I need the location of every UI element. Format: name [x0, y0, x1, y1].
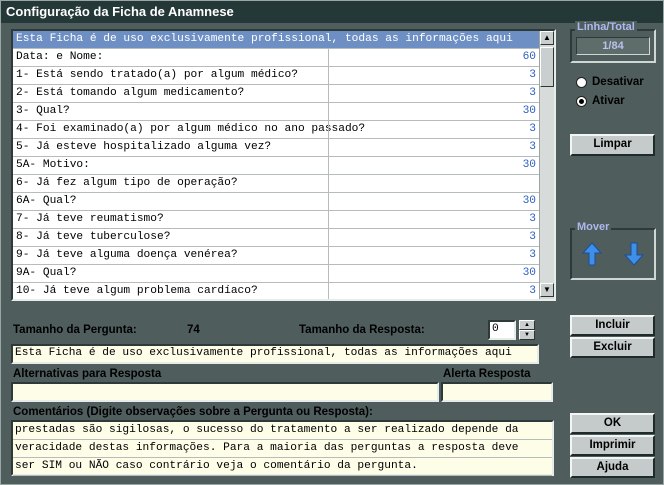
answer-size: 3	[529, 249, 536, 261]
incluir-button[interactable]: Incluir	[570, 315, 655, 336]
ajuda-button[interactable]: Ajuda	[570, 457, 655, 478]
question-row[interactable]: 3- Qual? 30	[13, 103, 540, 121]
tamanho-pergunta-value: 74	[187, 324, 200, 336]
column-divider	[328, 157, 329, 174]
question-row[interactable]: 6- Já fez algum tipo de operação?	[13, 175, 540, 193]
column-divider	[328, 121, 329, 138]
answer-size: 3	[529, 123, 536, 135]
question-text: 4- Foi examinado(a) por algum médico no …	[16, 123, 366, 135]
comentarios-label: Comentários (Digite observações sobre a …	[13, 406, 373, 418]
question-row[interactable]: 9A- Qual? 30	[13, 265, 540, 283]
answer-size: 3	[529, 213, 536, 225]
answer-size: 3	[529, 285, 536, 297]
answer-size: 3	[529, 69, 536, 81]
pergunta-input[interactable]: Esta Ficha é de uso exclusivamente profi…	[11, 344, 539, 364]
question-text: 7- Já teve reumatismo?	[16, 213, 164, 225]
question-row[interactable]: 1- Está sendo tratado(a) por algum médic…	[13, 67, 540, 85]
stepper-down-icon[interactable]: ▼	[519, 330, 535, 340]
question-row[interactable]: 5- Já esteve hospitalizado alguma vez? 3	[13, 139, 540, 157]
answer-size: 60	[522, 51, 536, 63]
mover-title: Mover	[575, 221, 612, 233]
limpar-button[interactable]: Limpar	[570, 134, 655, 156]
tamanho-resposta-stepper[interactable]: ▲ ▼	[519, 320, 535, 340]
question-text: 10- Já teve algum problema cardíaco?	[16, 285, 258, 297]
question-row[interactable]: 10- Já teve algum problema cardíaco? 3	[13, 283, 540, 299]
alerta-input[interactable]	[441, 382, 553, 402]
question-row[interactable]: 6A- Qual? 30	[13, 193, 540, 211]
column-divider	[328, 211, 329, 228]
column-divider	[328, 49, 329, 66]
question-text: 1- Está sendo tratado(a) por algum médic…	[16, 69, 298, 81]
question-text: 5- Já esteve hospitalizado alguma vez?	[16, 141, 272, 153]
column-divider	[328, 247, 329, 264]
column-divider	[328, 229, 329, 246]
question-text: 8- Já teve tuberculose?	[16, 231, 171, 243]
question-row[interactable]: 4- Foi examinado(a) por algum médico no …	[13, 121, 540, 139]
scroll-up-icon[interactable]: ▲	[540, 31, 554, 45]
linha-total-group: 1/84	[570, 29, 656, 63]
alerta-label: Alerta Resposta	[443, 368, 531, 380]
tamanho-resposta-label: Tamanho da Resposta:	[299, 324, 425, 336]
ativar-radio[interactable]	[576, 96, 587, 107]
question-text: Data: e Nome:	[16, 51, 104, 63]
mover-group	[570, 228, 656, 280]
answer-size: 30	[522, 105, 536, 117]
imprimir-button[interactable]: Imprimir	[570, 435, 655, 456]
question-text: 6- Já fez algum tipo de operação?	[16, 177, 238, 189]
question-row[interactable]: 5A- Motivo: 30	[13, 157, 540, 175]
column-divider	[328, 139, 329, 156]
column-divider	[328, 67, 329, 84]
alternativas-input[interactable]	[11, 382, 439, 402]
answer-size: 3	[529, 87, 536, 99]
ativar-label: Ativar	[592, 95, 625, 107]
stepper-up-icon[interactable]: ▲	[519, 320, 535, 330]
column-divider	[328, 85, 329, 102]
column-divider	[328, 193, 329, 210]
answer-size: 30	[522, 159, 536, 171]
alternativas-label: Alternativas para Resposta	[13, 368, 162, 380]
desativar-label: Desativar	[592, 76, 644, 88]
question-row[interactable]: Esta Ficha é de uso exclusivamente profi…	[13, 31, 540, 49]
linha-total-title: Linha/Total	[575, 21, 637, 33]
move-up-arrow-icon[interactable]	[582, 242, 602, 266]
question-row[interactable]: 8- Já teve tuberculose? 3	[13, 229, 540, 247]
question-text: 3- Qual?	[16, 105, 70, 117]
comentarios-textarea[interactable]: prestadas são sigilosas, o sucesso do tr…	[11, 420, 554, 476]
question-row[interactable]: 2- Está tomando algum medicamento? 3	[13, 85, 540, 103]
tamanho-resposta-input[interactable]: 0	[488, 320, 516, 340]
question-text: Esta Ficha é de uso exclusivamente profi…	[16, 33, 513, 45]
column-divider	[328, 283, 329, 299]
questions-list[interactable]: Esta Ficha é de uso exclusivamente profi…	[11, 29, 556, 301]
answer-size: 3	[529, 141, 536, 153]
answer-size: 30	[522, 267, 536, 279]
answer-size: 3	[529, 231, 536, 243]
question-text: 2- Está tomando algum medicamento?	[16, 87, 245, 99]
column-divider	[328, 265, 329, 282]
scroll-thumb[interactable]	[540, 47, 554, 87]
move-down-arrow-icon[interactable]	[624, 242, 644, 266]
answer-size: 30	[522, 195, 536, 207]
desativar-radio[interactable]	[576, 77, 587, 88]
tamanho-pergunta-label: Tamanho da Pergunta:	[13, 324, 137, 336]
question-text: 5A- Motivo:	[16, 159, 90, 171]
comentario-line: veracidade destas informações. Para a ma…	[13, 440, 552, 458]
question-text: 9- Já teve alguma doença venérea?	[16, 249, 238, 261]
comentario-line: prestadas são sigilosas, o sucesso do tr…	[13, 422, 552, 440]
question-row[interactable]: 9- Já teve alguma doença venérea? 3	[13, 247, 540, 265]
column-divider	[328, 103, 329, 120]
question-text: 9A- Qual?	[16, 267, 77, 279]
ok-button[interactable]: OK	[570, 413, 655, 434]
linha-total-value: 1/84	[576, 37, 650, 55]
questions-rows: Esta Ficha é de uso exclusivamente profi…	[13, 31, 540, 299]
list-vertical-scrollbar[interactable]: ▲ ▼	[539, 31, 554, 299]
scroll-down-icon[interactable]: ▼	[540, 283, 554, 297]
question-row[interactable]: 7- Já teve reumatismo? 3	[13, 211, 540, 229]
window-title: Configuração da Ficha de Anamnese	[1, 1, 663, 23]
question-row[interactable]: Data: e Nome: 60	[13, 49, 540, 67]
question-text: 6A- Qual?	[16, 195, 77, 207]
comentario-line: ser SIM ou NÃO caso contrário veja o com…	[13, 458, 552, 476]
excluir-button[interactable]: Excluir	[570, 337, 655, 358]
column-divider	[328, 175, 329, 192]
anamnese-config-window: Configuração da Ficha de Anamnese Esta F…	[0, 0, 664, 485]
